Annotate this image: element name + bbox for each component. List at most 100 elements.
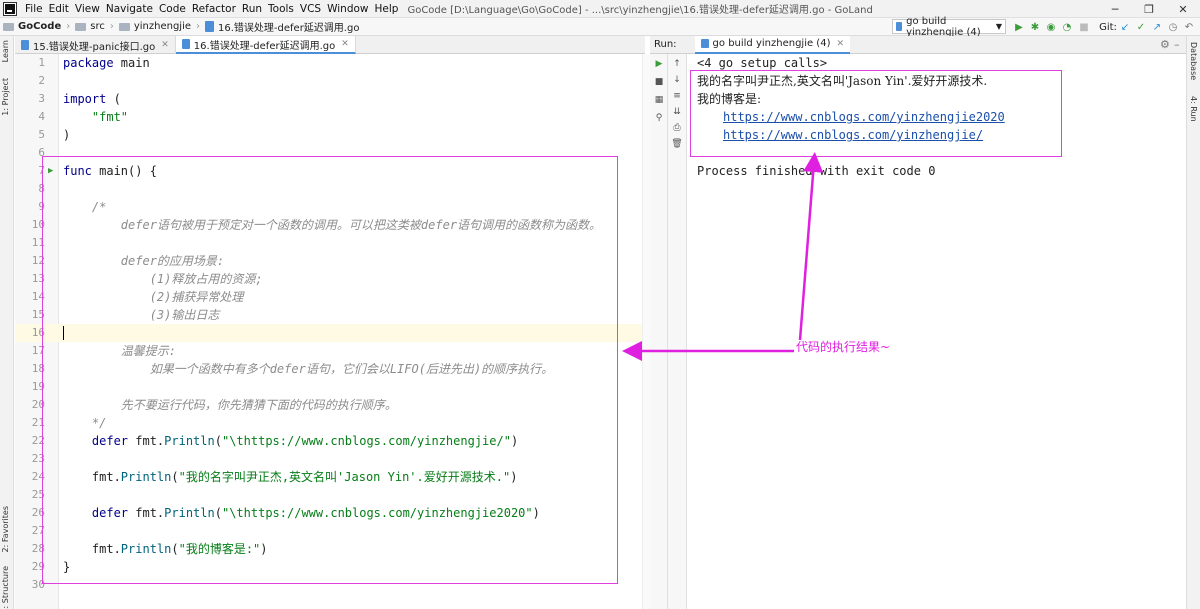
menu-code[interactable]: Code <box>156 3 189 15</box>
hide-panel-icon[interactable]: – <box>1174 38 1180 51</box>
line-number: 17 <box>31 344 45 357</box>
breadcrumb-label: yinzhengjie <box>133 21 192 32</box>
menu-file[interactable]: File <box>22 3 46 15</box>
pin-icon[interactable]: ⚲ <box>653 112 665 124</box>
run-tab-label: go build yinzhengjie (4) <box>712 38 831 49</box>
code-highlight-box <box>42 156 618 584</box>
menu-view[interactable]: View <box>72 3 103 15</box>
line-number: 29 <box>31 560 45 573</box>
git-push-icon[interactable]: ↗ <box>1150 20 1164 34</box>
code-line[interactable]: 2 <box>15 72 645 90</box>
run-config-label: go build yinzhengjie (4) <box>906 15 981 38</box>
maximize-icon[interactable]: ❐ <box>1132 0 1166 18</box>
layout-icon[interactable]: ▦ <box>653 94 665 106</box>
line-number: 19 <box>31 380 45 393</box>
go-file-icon <box>21 40 29 50</box>
line-number: 8 <box>38 182 45 195</box>
tab-label: 15.错误处理-panic接口.go <box>33 41 156 53</box>
close-icon[interactable]: ✕ <box>341 39 349 49</box>
rollback-icon[interactable]: ↶ <box>1182 20 1196 34</box>
menu-window[interactable]: Window <box>324 3 371 15</box>
line-number: 25 <box>31 488 45 501</box>
soft-wrap-icon[interactable]: ≡ <box>671 90 683 102</box>
line-number: 27 <box>31 524 45 537</box>
go-file-icon <box>896 22 903 31</box>
rerun-icon[interactable]: ▶ <box>653 58 665 70</box>
go-file-icon <box>181 39 190 49</box>
chevron-right-icon: › <box>109 21 114 32</box>
code-text: "fmt" <box>91 110 129 124</box>
menu-help[interactable]: Help <box>372 3 402 15</box>
line-number: 6 <box>38 146 45 159</box>
run-tool-button[interactable]: 4: Run <box>1189 96 1198 122</box>
learn-tool-button[interactable]: Learn <box>1 40 10 62</box>
print-icon[interactable]: ⎙ <box>671 122 683 134</box>
git-commit-icon[interactable]: ✓ <box>1134 20 1148 34</box>
trash-icon[interactable]: 🗑 <box>671 138 683 150</box>
breadcrumb-yinzhengjie[interactable]: yinzhengjie <box>116 21 194 32</box>
editor-tab-bar: 15.错误处理-panic接口.go ✕ 16.错误处理-defer延迟调用.g… <box>15 36 645 54</box>
favorites-tool-button[interactable]: 2: Favorites <box>1 506 10 552</box>
debug-icon[interactable]: ✱ <box>1028 20 1042 34</box>
close-icon[interactable]: ✕ <box>836 39 844 49</box>
structure-tool-button[interactable]: Z: Structure <box>1 566 10 609</box>
chevron-right-icon: › <box>66 21 71 32</box>
breadcrumb-label: 16.错误处理-defer延迟调用.go <box>218 23 360 34</box>
tab-defer-file[interactable]: 16.错误处理-defer延迟调用.go ✕ <box>175 36 356 54</box>
git-label: Git: <box>1099 21 1117 33</box>
run-icon[interactable]: ▶ <box>1012 20 1026 34</box>
line-number: 20 <box>31 398 45 411</box>
menu-run[interactable]: Run <box>239 3 265 15</box>
code-line[interactable]: 5) <box>15 126 645 144</box>
line-number: 1 <box>38 56 45 69</box>
folder-icon <box>75 22 87 31</box>
editor-scrollbar[interactable] <box>642 54 650 609</box>
breadcrumb-file[interactable]: 16.错误处理-defer延迟调用.go <box>202 19 362 34</box>
arrow-down-icon[interactable]: ↓ <box>671 74 683 86</box>
project-tool-button[interactable]: 1: Project <box>1 78 10 116</box>
arrow-up-icon[interactable]: ↑ <box>671 58 683 70</box>
gear-icon[interactable]: ⚙ <box>1160 38 1170 51</box>
line-number: 18 <box>31 362 45 375</box>
line-number: 3 <box>38 92 45 105</box>
chevron-right-icon: › <box>196 21 201 32</box>
go-file-icon <box>205 21 215 32</box>
run-tab[interactable]: go build yinzhengjie (4) ✕ <box>694 35 851 54</box>
database-tool-button[interactable]: Database <box>1189 42 1198 80</box>
menu-navigate[interactable]: Navigate <box>103 3 156 15</box>
code-line[interactable]: 4 "fmt" <box>15 108 645 126</box>
history-icon[interactable]: ◷ <box>1166 20 1180 34</box>
line-number: 11 <box>31 236 45 249</box>
run-toolbar-secondary: ↑ ↓ ≡ ⇊ ⎙ 🗑 <box>668 54 686 609</box>
coverage-icon[interactable]: ◉ <box>1044 20 1058 34</box>
git-update-icon[interactable]: ↙ <box>1118 20 1132 34</box>
stop-icon[interactable]: ■ <box>653 76 665 88</box>
profile-icon[interactable]: ◔ <box>1060 20 1074 34</box>
breadcrumb-project[interactable]: GoCode <box>0 21 64 32</box>
line-number: 7 <box>38 164 45 177</box>
menu-refactor[interactable]: Refactor <box>189 3 239 15</box>
run-panel-header: Run: go build yinzhengjie (4) ✕ ⚙ – <box>650 35 1186 54</box>
close-icon[interactable]: ✕ <box>161 40 169 50</box>
line-number: 10 <box>31 218 45 231</box>
breadcrumb-src[interactable]: src <box>72 21 108 32</box>
code-text: import ( <box>63 92 121 106</box>
scroll-to-end-icon[interactable]: ⇊ <box>671 106 683 118</box>
close-icon[interactable]: ✕ <box>1166 0 1200 18</box>
line-number: 14 <box>31 290 45 303</box>
menu-vcs[interactable]: VCS <box>297 3 324 15</box>
code-line[interactable]: 3 import ( <box>15 90 645 108</box>
tab-panic-file[interactable]: 15.错误处理-panic接口.go ✕ <box>15 36 176 54</box>
code-line[interactable]: 1 package main <box>15 54 645 72</box>
navigation-bar: GoCode › src › yinzhengjie › 16.错误处理-def… <box>0 16 1200 38</box>
line-number: 15 <box>31 308 45 321</box>
minimize-icon[interactable]: ─ <box>1098 0 1132 18</box>
menu-edit[interactable]: Edit <box>46 3 72 15</box>
stop-icon[interactable]: ■ <box>1077 20 1091 34</box>
run-configuration-select[interactable]: go build yinzhengjie (4) ▼ <box>892 16 1006 38</box>
annotation-label: 代码的执行结果~ <box>796 340 891 354</box>
goland-logo-icon <box>4 2 16 15</box>
window-title: GoCode [D:\Language\Go\GoCode] - ...\src… <box>407 5 873 16</box>
output-highlight-box <box>690 70 1062 157</box>
menu-tools[interactable]: Tools <box>265 3 297 15</box>
